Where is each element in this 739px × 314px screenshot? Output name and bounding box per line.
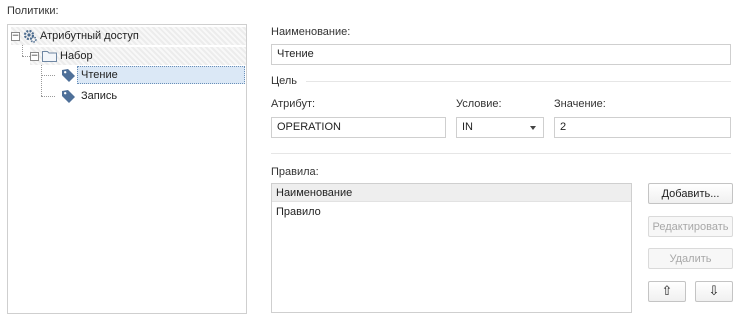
delete-button[interactable]: Удалить: [648, 248, 733, 269]
tree-node-set[interactable]: − Набор: [30, 47, 246, 65]
value-label: Значение:: [554, 98, 606, 110]
tree-node-read[interactable]: Чтение: [59, 66, 245, 84]
condition-label: Условие:: [456, 98, 502, 110]
name-label: Наименование:: [271, 26, 351, 38]
target-label: Цель: [271, 75, 298, 87]
tree-connector: [41, 60, 42, 96]
condition-select-value: IN: [462, 121, 473, 133]
tree-node-root-label: Атрибутный доступ: [40, 30, 139, 42]
target-separator: [306, 81, 731, 82]
collapse-icon[interactable]: −: [30, 51, 39, 61]
rules-grid-header[interactable]: Наименование: [272, 184, 631, 202]
tree-node-write-label: Запись: [81, 90, 118, 102]
tree-connector: [41, 75, 55, 76]
collapse-icon[interactable]: −: [11, 31, 20, 41]
tag-icon: [62, 68, 75, 82]
arrow-up-icon: ⇧: [661, 284, 673, 299]
policy-tree[interactable]: − Атрибутный доступ − Набор Чтение Запис…: [7, 24, 247, 314]
move-down-button[interactable]: ⇩: [695, 281, 733, 302]
table-row[interactable]: Правило: [272, 202, 631, 222]
dropdown-arrow-icon[interactable]: [530, 126, 536, 130]
tree-connector: [41, 96, 55, 97]
tree-node-write[interactable]: Запись: [59, 87, 245, 105]
condition-select[interactable]: IN: [456, 117, 544, 138]
tag-icon: [62, 89, 75, 103]
arrow-down-icon: ⇩: [708, 284, 720, 299]
attribute-label: Атрибут:: [271, 98, 316, 110]
gear-icon: [23, 29, 37, 43]
tree-node-root[interactable]: − Атрибутный доступ: [11, 27, 246, 45]
policies-label: Политики:: [7, 5, 59, 17]
rules-grid[interactable]: Наименование Правило: [271, 183, 632, 313]
edit-button[interactable]: Редактировать: [648, 216, 733, 237]
tree-node-set-label: Набор: [60, 50, 93, 62]
rules-label: Правила:: [271, 166, 319, 178]
add-button[interactable]: Добавить...: [648, 183, 733, 204]
attribute-field[interactable]: OPERATION: [271, 117, 446, 138]
value-field[interactable]: 2: [554, 117, 731, 138]
section-separator: [271, 153, 731, 154]
folder-icon: [42, 51, 57, 62]
tree-node-read-label: Чтение: [77, 66, 245, 84]
move-up-button[interactable]: ⇧: [648, 281, 686, 302]
name-field[interactable]: Чтение: [271, 44, 731, 65]
